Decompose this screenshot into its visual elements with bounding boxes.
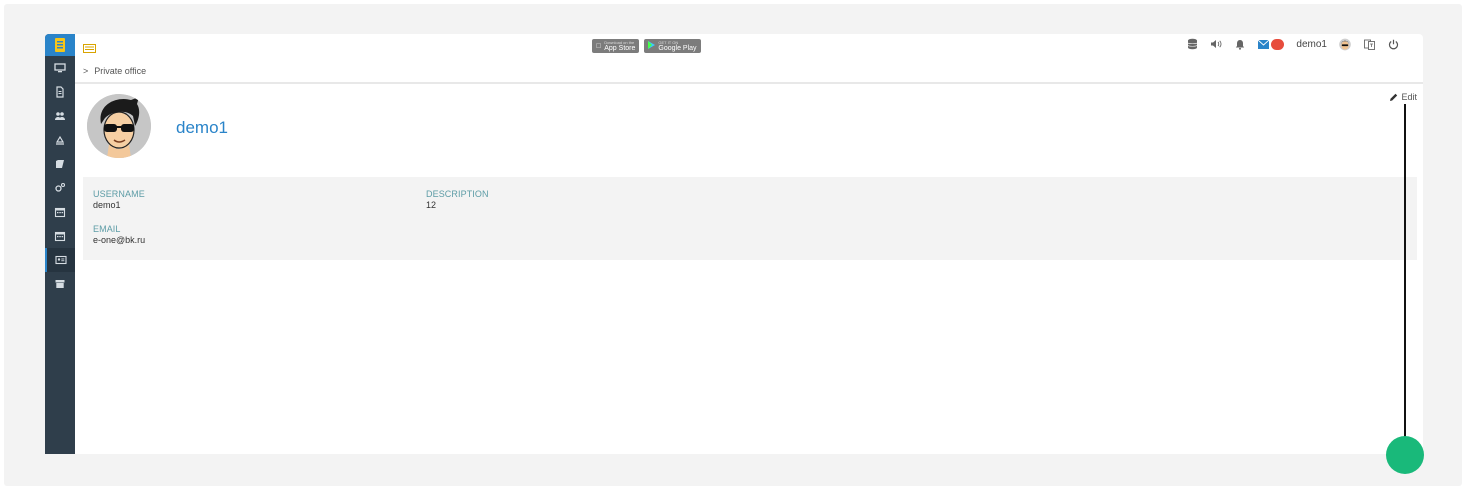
app-store-button[interactable]:  Download on the App Store — [592, 39, 640, 53]
store-buttons:  Download on the App Store GET IT ON Go… — [592, 39, 701, 53]
users-icon — [55, 112, 65, 120]
breadcrumb: > Private office — [83, 66, 146, 76]
document-icon — [56, 86, 64, 98]
sidebar-item-monitor[interactable] — [45, 56, 75, 80]
gears-icon — [55, 182, 66, 192]
sidebar-item-private-office[interactable] — [45, 248, 75, 272]
sidebar-item-users[interactable] — [45, 104, 75, 128]
language-icon[interactable] — [1363, 38, 1375, 50]
profile-info-panel: USERNAME demo1 DESCRIPTION 12 EMAIL e-on… — [83, 177, 1417, 260]
header-user-name[interactable]: demo1 — [1296, 39, 1327, 50]
play-store-icon — [648, 41, 656, 51]
archive-icon — [55, 280, 65, 288]
book-icon — [56, 160, 64, 168]
sidebar — [45, 34, 75, 454]
logo-icon — [55, 38, 65, 52]
sidebar-item-calendar-2[interactable] — [45, 224, 75, 248]
username-label: USERNAME — [93, 189, 145, 199]
notification-badge — [1271, 38, 1285, 50]
sidebar-item-documents[interactable] — [45, 80, 75, 104]
id-card-icon — [55, 255, 67, 265]
header-avatar[interactable] — [1339, 38, 1351, 50]
envelope-icon — [1258, 39, 1270, 49]
email-field: EMAIL e-one@bk.ru — [93, 224, 145, 245]
power-icon[interactable] — [1387, 38, 1399, 50]
top-bar:  Download on the App Store GET IT ON Go… — [75, 34, 1423, 58]
top-right-toolbar: demo1 — [1186, 38, 1399, 50]
app-window:  Download on the App Store GET IT ON Go… — [45, 34, 1423, 454]
apple-icon:  — [596, 43, 601, 50]
bell-icon[interactable] — [1234, 38, 1246, 50]
layers-icon — [55, 135, 65, 145]
edit-label: Edit — [1401, 92, 1417, 102]
google-play-button[interactable]: GET IT ON Google Play — [644, 39, 701, 53]
calendar-icon — [54, 231, 66, 242]
calendar-icon — [54, 207, 66, 218]
breadcrumb-current[interactable]: Private office — [94, 66, 146, 76]
pencil-icon — [1390, 93, 1398, 101]
messages-indicator[interactable] — [1258, 38, 1285, 50]
username-field: USERNAME demo1 — [93, 189, 145, 210]
breadcrumb-separator: > — [83, 66, 89, 76]
edit-button[interactable]: Edit — [1389, 92, 1417, 102]
sidebar-item-book[interactable] — [45, 152, 75, 176]
email-label: EMAIL — [93, 224, 121, 234]
monitor-icon — [54, 63, 66, 73]
volume-icon[interactable] — [1210, 38, 1222, 50]
pointer-marker — [1386, 436, 1424, 474]
divider — [75, 82, 1423, 84]
username-value: demo1 — [93, 200, 121, 210]
description-field: DESCRIPTION 12 — [426, 189, 489, 210]
keyboard-icon[interactable] — [83, 40, 96, 58]
database-icon[interactable] — [1186, 38, 1198, 50]
sidebar-item-layers[interactable] — [45, 128, 75, 152]
app-logo[interactable] — [45, 34, 75, 56]
profile-name: demo1 — [176, 118, 228, 137]
email-value: e-one@bk.ru — [93, 235, 146, 245]
sidebar-item-calendar[interactable] — [45, 200, 75, 224]
description-value: 12 — [426, 200, 437, 210]
description-label: DESCRIPTION — [426, 189, 489, 199]
sidebar-item-archive[interactable] — [45, 272, 75, 296]
pointer-line — [1404, 104, 1406, 438]
sidebar-item-settings[interactable] — [45, 176, 75, 200]
profile-avatar — [87, 94, 151, 158]
